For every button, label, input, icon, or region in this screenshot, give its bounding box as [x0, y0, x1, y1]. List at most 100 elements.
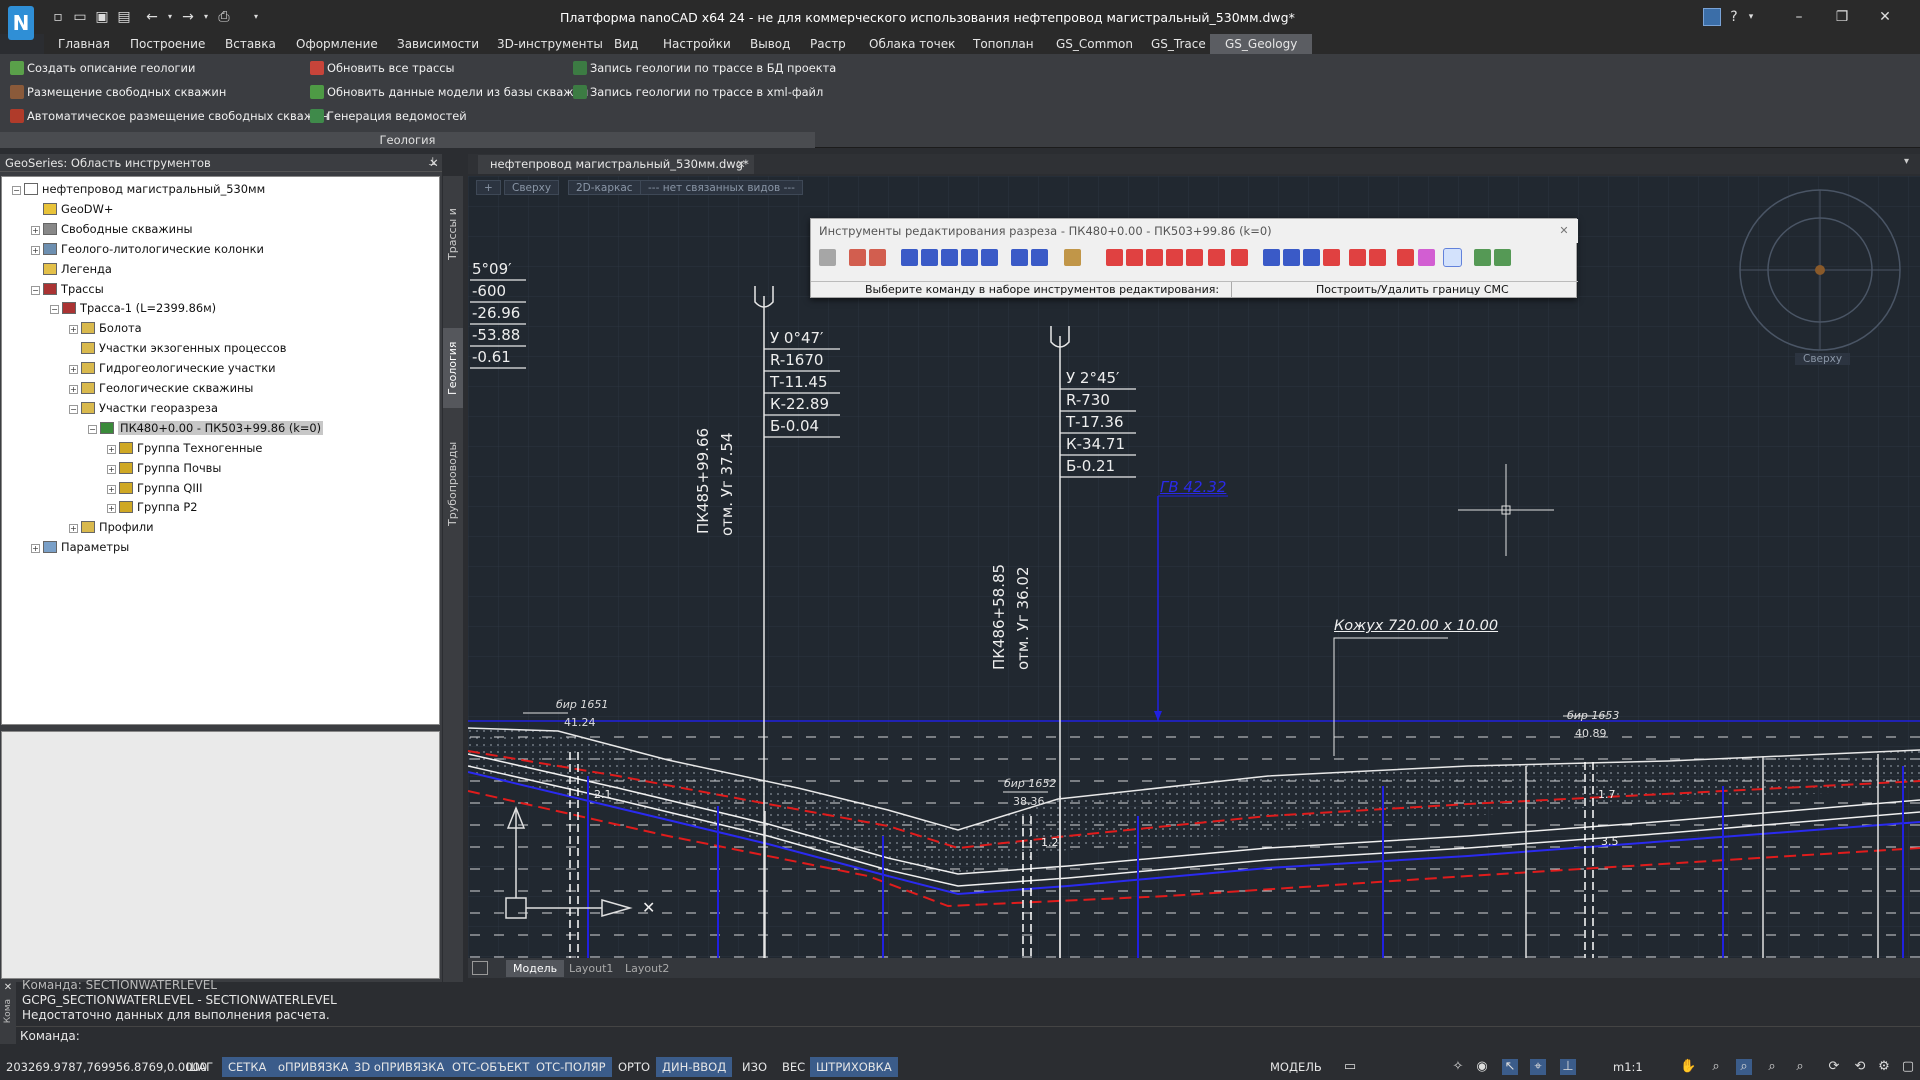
edit-tool-button-icon[interactable] — [1031, 249, 1048, 266]
tab-3d-tools[interactable]: 3D-инструменты — [497, 34, 603, 54]
close-button[interactable]: ✕ — [1865, 6, 1905, 28]
redo-dropdown-icon[interactable]: ▾ — [198, 9, 214, 25]
orbit-icon[interactable]: ⟳ — [1826, 1059, 1842, 1075]
expand-icon[interactable]: + — [107, 504, 116, 514]
tab-home[interactable]: Главная — [58, 34, 110, 54]
status-toggle[interactable]: 3D оПРИВЯЗКА — [348, 1057, 451, 1077]
edit-tools-close-icon[interactable]: ✕ — [1556, 223, 1572, 239]
zoom-extents-icon[interactable]: ⌕ — [1764, 1059, 1780, 1075]
tab-layout1[interactable]: Layout1 — [562, 960, 620, 977]
expand-icon[interactable]: + — [31, 225, 40, 235]
edit-tool-button-icon[interactable] — [1263, 249, 1280, 266]
tree-node[interactable]: Участки экзогенных процессов — [69, 339, 286, 358]
zoom-previous-icon[interactable]: ⌕ — [1792, 1059, 1808, 1075]
tab-layout2[interactable]: Layout2 — [618, 960, 676, 977]
maximize-button[interactable]: ❐ — [1822, 6, 1862, 28]
tree-node[interactable]: + Группа QIII — [107, 479, 202, 498]
edit-tool-button-icon[interactable] — [1166, 249, 1183, 266]
pin-icon[interactable]: ⊥ — [428, 155, 438, 168]
regen-icon[interactable]: ⟲ — [1852, 1059, 1868, 1075]
edit-tool-button-icon[interactable] — [1443, 248, 1462, 267]
write-geology-db-button[interactable]: Запись геологии по трассе в БД проекта — [573, 59, 836, 77]
status-toggle[interactable]: ОРТО — [612, 1057, 656, 1077]
tree-node[interactable]: + Свободные скважины — [31, 220, 193, 239]
vtab-traces-profiles[interactable]: Трассы и Профили — [443, 182, 479, 286]
edit-tool-button-icon[interactable] — [869, 249, 886, 266]
open-folder-icon[interactable]: ▭ — [72, 9, 88, 25]
edit-tool-button-icon[interactable] — [1106, 249, 1123, 266]
snap-icon[interactable]: ✧ — [1450, 1059, 1466, 1075]
tab-model[interactable]: Модель — [506, 960, 565, 977]
collapse-icon[interactable]: − — [69, 404, 78, 414]
status-toggle[interactable]: ШТРИХОВКА — [810, 1057, 898, 1077]
customize-qa-icon[interactable]: ▾ — [248, 9, 264, 25]
status-toggle[interactable]: ШАГ — [180, 1057, 219, 1077]
save-all-icon[interactable]: ▤ — [116, 9, 132, 25]
status-toggle[interactable]: оПРИВЯЗКА — [272, 1057, 355, 1077]
view-plus-button[interactable]: + — [476, 180, 501, 195]
save-icon[interactable]: ▣ — [94, 9, 110, 25]
edit-tool-button-icon[interactable] — [849, 249, 866, 266]
expand-icon[interactable]: + — [69, 325, 78, 335]
collapse-icon[interactable]: − — [31, 285, 40, 295]
document-tab[interactable]: нефтепровод магистральный_530мм.dwg* ✕ — [478, 155, 754, 174]
tab-gs-common[interactable]: GS_Common — [1056, 34, 1133, 54]
status-toggle[interactable]: ДИН-ВВОД — [656, 1057, 733, 1077]
command-input[interactable]: Команда: — [16, 1026, 1920, 1044]
tree-node[interactable]: + Параметры — [31, 538, 129, 557]
tab-build[interactable]: Построение — [130, 34, 205, 54]
settings-icon[interactable]: ⚙ — [1876, 1059, 1892, 1075]
tree-node[interactable]: GeoDW+ — [31, 200, 113, 219]
print-icon[interactable]: ⎙ — [216, 9, 232, 25]
linked-views-button[interactable]: --- нет связанных видов --- — [640, 180, 803, 195]
edit-tool-button-icon[interactable] — [1349, 249, 1366, 266]
expand-icon[interactable]: + — [69, 385, 78, 394]
expand-icon[interactable]: + — [31, 245, 40, 255]
layouts-menu-icon[interactable] — [472, 961, 488, 975]
place-free-wells-button[interactable]: Размещение свободных скважин — [10, 83, 226, 101]
edit-tool-button-icon[interactable] — [1474, 249, 1491, 266]
tab-settings[interactable]: Настройки — [663, 34, 731, 54]
status-toggle[interactable]: ВЕС — [776, 1057, 811, 1077]
edit-tool-button-icon[interactable] — [1146, 249, 1163, 266]
tree-node[interactable]: + Гидрогеологические участки — [69, 359, 276, 378]
annotation-icon[interactable]: ▭ — [1342, 1059, 1358, 1075]
status-toggle[interactable]: ИЗО — [736, 1057, 773, 1077]
tree-node[interactable]: − Трасса-1 (L=2399.86м) — [50, 299, 216, 318]
tree-node[interactable]: + Геологические скважины — [69, 379, 253, 398]
help-icon[interactable]: ? — [1723, 6, 1745, 28]
tree-node[interactable]: + Геолого-литологические колонки — [31, 240, 264, 259]
edit-tool-button-icon[interactable] — [1418, 249, 1435, 266]
edit-tool-button-icon[interactable] — [819, 249, 836, 266]
fullscreen-icon[interactable]: ▢ — [1900, 1059, 1916, 1075]
tab-gs-trace[interactable]: GS_Trace — [1151, 34, 1206, 54]
collapse-icon[interactable]: − — [12, 186, 21, 195]
update-model-from-db-button[interactable]: Обновить данные модели из базы скважин — [310, 83, 588, 101]
edit-tool-button-icon[interactable] — [1283, 249, 1300, 266]
tabs-dropdown-icon[interactable]: ▾ — [1904, 156, 1909, 167]
tree-node[interactable]: − нефтепровод магистральный_530мм — [12, 180, 265, 199]
edit-tool-button-icon[interactable] — [921, 249, 938, 266]
status-toggle[interactable]: ОТС-ОБЪЕКТ — [446, 1057, 536, 1077]
app-logo[interactable]: N — [8, 6, 34, 40]
edit-tool-button-icon[interactable] — [1064, 249, 1081, 266]
edit-tool-button-icon[interactable] — [1011, 249, 1028, 266]
visual-style-button[interactable]: 2D-каркас — [568, 180, 641, 195]
tab-constraints[interactable]: Зависимости — [397, 34, 479, 54]
tab-design[interactable]: Оформление — [296, 34, 378, 54]
zoom-icon[interactable]: ⌕ — [1708, 1059, 1724, 1075]
edit-tool-button-icon[interactable] — [1369, 249, 1386, 266]
tab-topoplan[interactable]: Топоплан — [973, 34, 1034, 54]
tab-insert[interactable]: Вставка — [225, 34, 276, 54]
edit-tool-button-icon[interactable] — [1397, 249, 1414, 266]
edit-tool-button-icon[interactable] — [1126, 249, 1143, 266]
generate-statements-button[interactable]: Генерация ведомостей — [310, 107, 467, 125]
expand-icon[interactable]: + — [107, 484, 116, 494]
new-file-icon[interactable]: ▫ — [50, 9, 66, 25]
write-geology-xml-button[interactable]: Запись геологии по трассе в xml-файл — [573, 83, 823, 101]
tree-node[interactable]: + Болота — [69, 319, 142, 338]
tree-node[interactable]: + Профили — [69, 518, 154, 537]
minimize-button[interactable]: – — [1779, 6, 1819, 28]
undo-icon[interactable]: ← — [144, 9, 160, 25]
help-dropdown-icon[interactable]: ▾ — [1743, 6, 1759, 28]
